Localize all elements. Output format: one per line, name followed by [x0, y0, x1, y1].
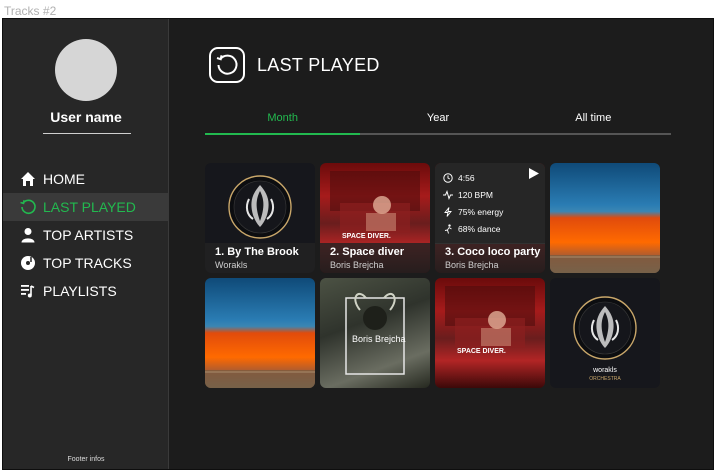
- stat-value: 68% dance: [458, 223, 501, 234]
- pulse-icon: [443, 189, 453, 200]
- avatar[interactable]: [55, 39, 117, 101]
- track-card[interactable]: worakls ORCHESTRA: [550, 278, 660, 388]
- track-title: 3. Coco loco party: [445, 246, 541, 258]
- track-title: 2. Space diver: [330, 246, 404, 258]
- track-artist: Boris Brejcha: [330, 260, 384, 270]
- cover-text: SPACE DIVER.: [457, 348, 506, 355]
- history-icon: [19, 198, 37, 216]
- clock-icon: [443, 172, 453, 183]
- stat-dance: 68% dance: [443, 220, 537, 237]
- track-title: 1. By The Brook: [215, 246, 299, 258]
- user-icon: [19, 226, 37, 244]
- page-header: LAST PLAYED: [209, 47, 380, 83]
- album-cover: SPACE DIVER.: [435, 278, 545, 388]
- cover-subtext: ORCHESTRA: [589, 376, 621, 382]
- album-cover: worakls ORCHESTRA: [550, 278, 660, 388]
- stat-value: 4:56: [458, 172, 475, 183]
- cover-text: worakls: [592, 367, 617, 374]
- track-info: 3. Coco loco party Boris Brejcha: [435, 243, 545, 273]
- lightning-icon: [443, 206, 453, 217]
- tracks-grid: 1. By The Brook Worakls SPACE DIVER. 2. …: [205, 163, 661, 388]
- disc-icon: [19, 254, 37, 272]
- username-divider: [43, 133, 131, 134]
- sidebar-nav: HOME LAST PLAYED TOP ARTISTS TOP TRACKS: [3, 165, 169, 305]
- cover-text: Boris Brejcha: [352, 334, 406, 344]
- main-content: LAST PLAYED Month Year All time 1. By Th…: [169, 19, 713, 469]
- track-card-hover[interactable]: 4:56 120 BPM 75% energy 68% dance 3. Coc…: [435, 163, 545, 273]
- playlist-icon: [19, 282, 37, 300]
- track-card[interactable]: [550, 163, 660, 273]
- stat-energy: 75% energy: [443, 203, 537, 220]
- sidebar-item-label: TOP ARTISTS: [43, 227, 134, 243]
- track-artist: Worakls: [215, 260, 248, 270]
- cover-text: SPACE DIVER.: [342, 233, 391, 240]
- stat-bpm: 120 BPM: [443, 186, 537, 203]
- period-tabs: Month Year All time: [205, 109, 671, 135]
- footer-infos[interactable]: Footer infos: [3, 456, 169, 463]
- sidebar-item-top-artists[interactable]: TOP ARTISTS: [3, 221, 169, 249]
- track-artist: Boris Brejcha: [445, 260, 499, 270]
- tab-year[interactable]: Year: [360, 109, 515, 133]
- sidebar-item-label: LAST PLAYED: [43, 199, 136, 215]
- track-card[interactable]: Boris Brejcha: [320, 278, 430, 388]
- track-stats: 4:56 120 BPM 75% energy 68% dance: [435, 163, 545, 243]
- track-info: 2. Space diver Boris Brejcha: [320, 243, 430, 273]
- tab-month[interactable]: Month: [205, 109, 361, 135]
- history-icon: [209, 47, 245, 83]
- track-card[interactable]: SPACE DIVER.: [435, 278, 545, 388]
- track-card[interactable]: [205, 278, 315, 388]
- sidebar-item-top-tracks[interactable]: TOP TRACKS: [3, 249, 169, 277]
- sidebar-item-playlists[interactable]: PLAYLISTS: [3, 277, 169, 305]
- stat-duration: 4:56: [443, 169, 537, 186]
- dance-icon: [443, 223, 453, 234]
- page-title: LAST PLAYED: [257, 54, 380, 75]
- track-card[interactable]: SPACE DIVER. 2. Space diver Boris Brejch…: [320, 163, 430, 273]
- album-cover: [550, 163, 660, 273]
- app-window: User name HOME LAST PLAYED TOP ARTISTS T…: [2, 18, 714, 470]
- username: User name: [50, 109, 122, 125]
- sidebar-item-label: PLAYLISTS: [43, 283, 117, 299]
- track-info: 1. By The Brook Worakls: [205, 243, 315, 273]
- frame-title: Tracks #2: [4, 4, 57, 18]
- stat-value: 120 BPM: [458, 189, 493, 200]
- sidebar-item-last-played[interactable]: LAST PLAYED: [3, 193, 169, 221]
- album-cover: Boris Brejcha: [320, 278, 430, 388]
- sidebar: User name HOME LAST PLAYED TOP ARTISTS T…: [3, 19, 169, 469]
- home-icon: [19, 170, 37, 188]
- album-cover: [205, 278, 315, 388]
- sidebar-item-label: TOP TRACKS: [43, 255, 132, 271]
- sidebar-item-label: HOME: [43, 171, 85, 187]
- sidebar-item-home[interactable]: HOME: [3, 165, 169, 193]
- tab-all-time[interactable]: All time: [516, 109, 671, 133]
- play-icon[interactable]: [529, 168, 539, 179]
- track-card[interactable]: 1. By The Brook Worakls: [205, 163, 315, 273]
- stat-value: 75% energy: [458, 206, 504, 217]
